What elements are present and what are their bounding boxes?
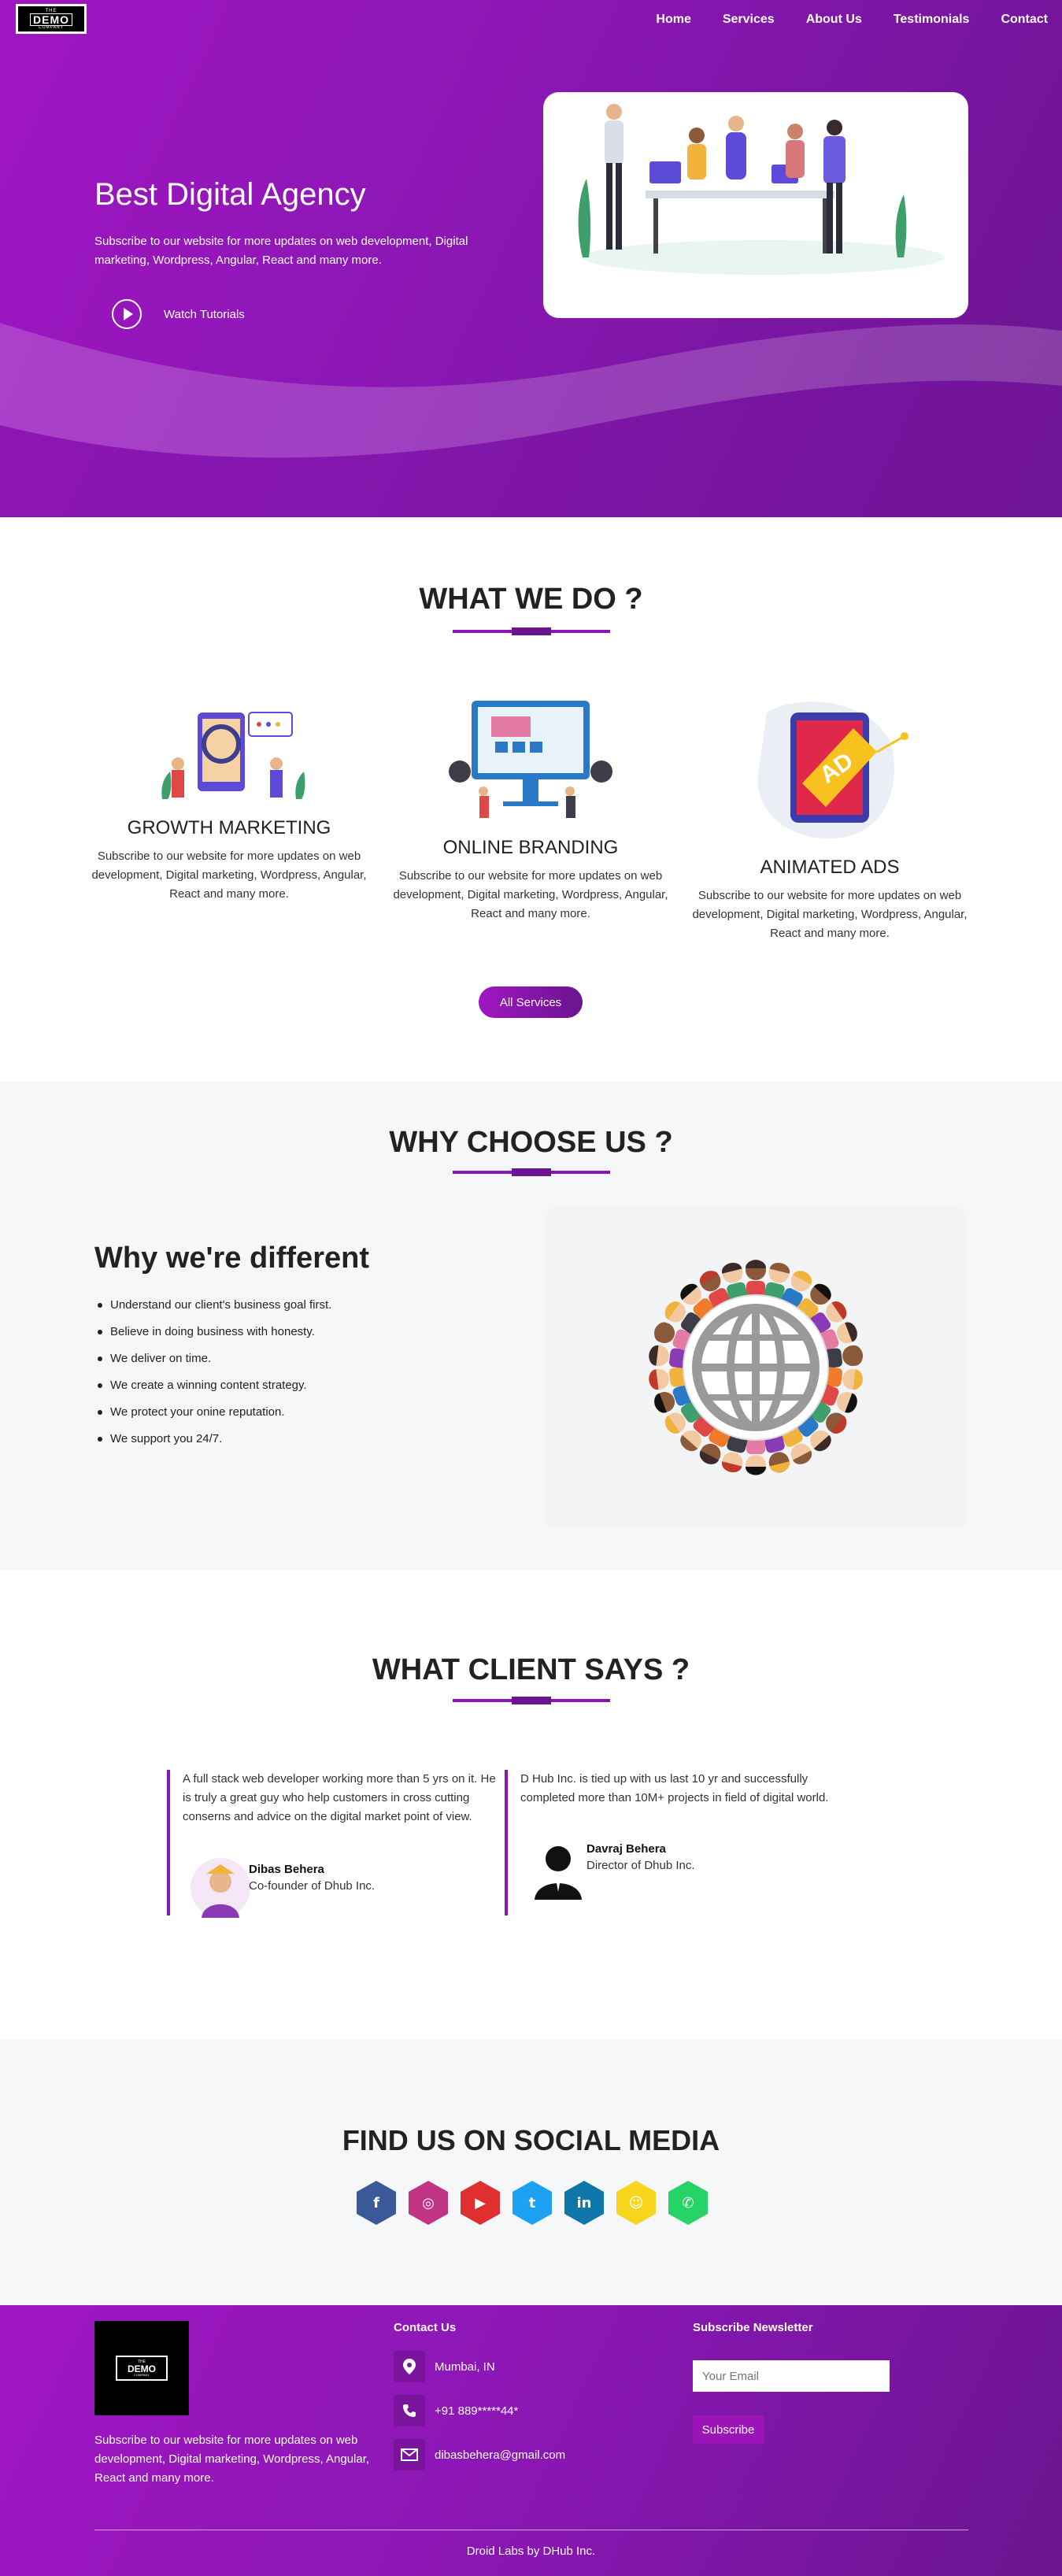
- social-section-background: [0, 2039, 1062, 2305]
- youtube-icon[interactable]: ▶: [461, 2181, 500, 2225]
- hero-title: Best Digital Agency: [94, 177, 366, 212]
- whatsapp-icon[interactable]: ✆: [668, 2181, 708, 2225]
- service-title: ONLINE BRANDING: [442, 837, 619, 858]
- list-item: We support you 24/7.: [94, 1431, 331, 1458]
- global-people-illustration-card: [543, 1206, 968, 1529]
- service-title: ANIMATED ADS: [760, 857, 900, 878]
- service-text: Subscribe to our website for more update…: [692, 889, 968, 940]
- testimonial-card-dibas: A full stack web developer working more …: [167, 1770, 498, 1918]
- mail-icon: [394, 2439, 425, 2471]
- facebook-icon[interactable]: f: [357, 2181, 396, 2225]
- nav-link-services[interactable]: Services: [723, 13, 775, 27]
- nav-link-about[interactable]: About Us: [806, 13, 862, 27]
- testimonial-name: Dibas Behera: [249, 1863, 324, 1876]
- newsletter-email-input[interactable]: [693, 2360, 890, 2392]
- testimonial-text: A full stack web developer working more …: [183, 1772, 496, 1823]
- service-card-animated-ads: AD ANIMATED ADS Subscribe to our website…: [688, 689, 971, 943]
- social-icons-row: f ◎ ▶ t in ☺ ✆: [357, 2181, 708, 2225]
- logo-mark: THE DEMO COMPANY: [18, 6, 84, 31]
- all-services-button[interactable]: All Services: [479, 986, 583, 1018]
- navbar: THE DEMO COMPANY Home Services About Us …: [0, 0, 1062, 41]
- testimonial-role: Director of Dhub Inc.: [587, 1859, 695, 1872]
- footer: THE DEMO COMPANY Subscribe to our websit…: [0, 2305, 1062, 2576]
- service-card-online-branding: ONLINE BRANDING Subscribe to our website…: [389, 693, 672, 923]
- instagram-icon[interactable]: ◎: [409, 2181, 448, 2225]
- nav-link-testimonials[interactable]: Testimonials: [894, 13, 970, 27]
- logo-bottom-text: COMPANY: [39, 24, 64, 30]
- brand-logo[interactable]: THE DEMO COMPANY: [16, 4, 87, 34]
- nav-links: Home Services About Us Testimonials Cont…: [624, 13, 1048, 27]
- footer-logo-mark: THE DEMO COMPANY: [116, 2356, 168, 2381]
- hero-section: THE DEMO COMPANY Home Services About Us …: [0, 0, 1062, 517]
- list-item: We protect your onine reputation.: [94, 1405, 331, 1431]
- nav-link-home[interactable]: Home: [656, 13, 690, 27]
- why-heading-underline: [453, 1168, 610, 1176]
- snapchat-icon[interactable]: ☺: [616, 2181, 656, 2225]
- twitter-icon[interactable]: t: [512, 2181, 552, 2225]
- list-item: We deliver on time.: [94, 1351, 331, 1378]
- social-glyph: ◎: [422, 2194, 435, 2211]
- social-glyph: f: [373, 2194, 379, 2211]
- page: THE DEMO COMPANY Home Services About Us …: [0, 0, 1062, 2576]
- nav-link-contact[interactable]: Contact: [1001, 13, 1048, 27]
- logo-main-text: DEMO: [30, 13, 72, 26]
- footer-logo[interactable]: THE DEMO COMPANY: [94, 2321, 189, 2415]
- testimonial-author: Davraj Behera Director of Dhub Inc.: [587, 1842, 695, 1872]
- globe-people-illustration: [648, 1260, 864, 1475]
- subscribe-button[interactable]: Subscribe: [693, 2415, 764, 2444]
- location-text: Mumbai, IN: [435, 2359, 495, 2374]
- list-item: We create a winning content strategy.: [94, 1378, 331, 1405]
- testimonials-heading: WHAT CLIENT SAYS ?: [372, 1653, 690, 1686]
- testimonial-author: Dibas Behera Co-founder of Dhub Inc.: [249, 1863, 375, 1893]
- list-item: Understand our client's business goal fi…: [94, 1297, 331, 1324]
- watch-tutorials-button[interactable]: Watch Tutorials: [112, 299, 245, 329]
- hero-illustration-card: [543, 92, 968, 318]
- testimonial-card-davraj: D Hub Inc. is tied up with us last 10 yr…: [505, 1770, 835, 1915]
- newsletter-heading: Subscribe Newsletter: [693, 2321, 813, 2334]
- contact-phone[interactable]: +91 889*****44*: [394, 2395, 518, 2426]
- footer-description: Subscribe to our website for more update…: [94, 2434, 370, 2485]
- services-heading: WHAT WE DO ?: [419, 583, 643, 616]
- contact-heading: Contact Us: [394, 2321, 457, 2334]
- hero-subtitle: Subscribe to our website for more update…: [94, 235, 468, 267]
- avatar: [191, 1858, 250, 1918]
- list-item: Believe in doing business with honesty.: [94, 1324, 331, 1351]
- watch-tutorials-label: Watch Tutorials: [164, 307, 245, 321]
- contact-email[interactable]: dibasbehera@gmail.com: [394, 2439, 565, 2471]
- service-text: Subscribe to our website for more update…: [91, 849, 367, 901]
- growth-marketing-illustration: [161, 712, 305, 799]
- social-glyph: ☺: [628, 2194, 644, 2211]
- copyright-text: Droid Labs by DHub Inc.: [466, 2545, 596, 2558]
- social-glyph: t: [528, 2194, 536, 2211]
- services-heading-underline: [453, 627, 610, 635]
- why-heading: WHY CHOOSE US ?: [389, 1126, 673, 1159]
- phone-text: +91 889*****44*: [435, 2404, 519, 2418]
- social-glyph: ✆: [682, 2194, 694, 2211]
- why-points-list: Understand our client's business goal fi…: [94, 1297, 331, 1458]
- footer-logo-bottom-text: COMPANY: [134, 2372, 150, 2377]
- why-title: Why we're different: [94, 1242, 369, 1275]
- social-glyph: ▶: [475, 2194, 486, 2211]
- play-icon: [112, 299, 142, 329]
- phone-icon: [394, 2395, 425, 2426]
- service-card-growth-marketing: GROWTH MARKETING Subscribe to our websit…: [87, 697, 371, 904]
- online-branding-illustration: [449, 701, 612, 818]
- social-glyph: in: [576, 2194, 592, 2211]
- animated-ads-illustration: AD: [757, 701, 908, 838]
- testimonials-heading-underline: [453, 1697, 610, 1704]
- testimonial-name: Davraj Behera: [587, 1842, 666, 1856]
- avatar: [535, 1846, 582, 1900]
- contact-location: Mumbai, IN: [394, 2351, 495, 2382]
- testimonial-role: Co-founder of Dhub Inc.: [249, 1879, 376, 1893]
- team-meeting-illustration: [578, 104, 945, 275]
- email-text: dibasbehera@gmail.com: [435, 2448, 566, 2462]
- linkedin-icon[interactable]: in: [564, 2181, 604, 2225]
- service-text: Subscribe to our website for more update…: [393, 869, 668, 920]
- testimonial-text: D Hub Inc. is tied up with us last 10 yr…: [520, 1772, 829, 1804]
- social-heading: FIND US ON SOCIAL MEDIA: [342, 2124, 720, 2156]
- service-title: GROWTH MARKETING: [127, 817, 331, 838]
- location-pin-icon: [394, 2351, 425, 2382]
- footer-logo-main-text: DEMO: [128, 2363, 156, 2374]
